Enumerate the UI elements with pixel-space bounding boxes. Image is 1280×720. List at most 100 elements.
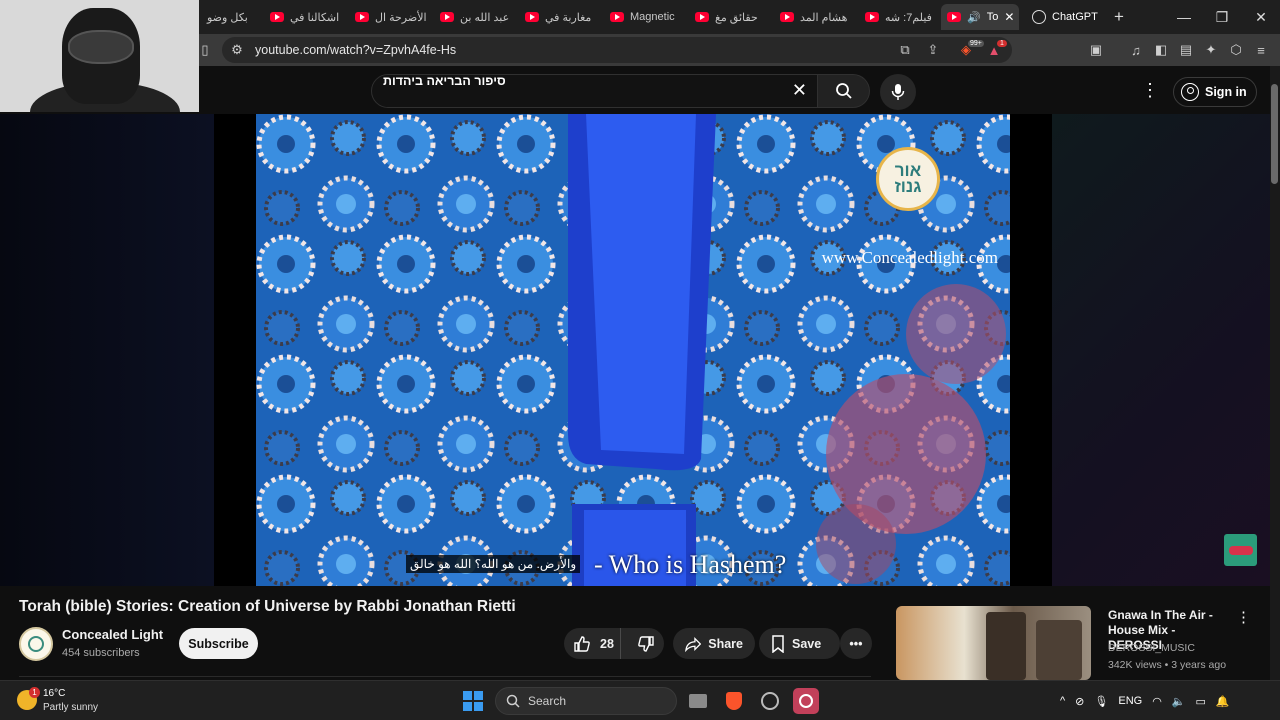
tab-label: عبد الله بن bbox=[460, 11, 510, 24]
close-window-icon[interactable]: ✕ bbox=[1250, 6, 1272, 28]
voice-search-button[interactable] bbox=[880, 74, 916, 110]
channel-avatar[interactable] bbox=[19, 627, 53, 661]
sidebar-icon[interactable]: ◧ bbox=[1152, 41, 1170, 59]
network-off-icon[interactable]: ⊘ bbox=[1075, 695, 1084, 708]
ambient-glow-left bbox=[0, 114, 214, 586]
scrollbar-thumb[interactable] bbox=[1271, 84, 1278, 184]
section-divider bbox=[19, 676, 871, 677]
like-count: 28 bbox=[600, 636, 614, 651]
tab-label: بكل وضو bbox=[207, 11, 248, 24]
channel-name[interactable]: Concealed Light bbox=[62, 627, 163, 642]
share-button[interactable]: Share bbox=[673, 628, 755, 659]
vpn-icon[interactable]: ⬡ bbox=[1227, 41, 1245, 59]
menu-icon[interactable]: ≡ bbox=[1252, 41, 1270, 59]
battery-icon[interactable]: ▭ bbox=[1196, 695, 1206, 708]
windows-taskbar: 1 16°C Partly sunny Search ^ ⊘ 🎙 ENG ◠ 🔈… bbox=[0, 680, 1280, 720]
wallet-icon[interactable]: ▤ bbox=[1177, 41, 1195, 59]
language-indicator[interactable]: ENG bbox=[1118, 695, 1142, 707]
brave-browser-icon[interactable] bbox=[721, 688, 747, 714]
app-icon[interactable] bbox=[757, 688, 783, 714]
browser-tab[interactable]: ChatGPT bbox=[1026, 4, 1116, 30]
tab-label: To bbox=[986, 11, 999, 23]
youtube-icon bbox=[865, 12, 879, 22]
youtube-icon bbox=[610, 12, 624, 22]
thumbs-down-icon bbox=[638, 635, 654, 652]
search-query: סיפור הבריאה ביהדות bbox=[383, 74, 506, 88]
channel-logo-overlay: אור גנוז bbox=[876, 147, 940, 211]
weather-temperature[interactable]: 16°C bbox=[43, 688, 65, 699]
subtitle-text: - Who is Hashem? bbox=[594, 550, 787, 579]
file-explorer-icon[interactable] bbox=[685, 688, 711, 714]
windows-start-icon[interactable] bbox=[463, 691, 483, 711]
tab-label: هشام المد bbox=[800, 11, 848, 24]
dislike-button[interactable] bbox=[628, 628, 664, 659]
account-icon bbox=[1181, 83, 1199, 101]
browser-tab[interactable]: عبد الله بن bbox=[434, 4, 514, 30]
browser-tab[interactable]: Magnetic bbox=[604, 4, 684, 30]
like-dislike-group: 28 bbox=[564, 628, 664, 659]
system-tray: ^ ⊘ 🎙 ENG ◠ 🔈 ▭ 🔔 bbox=[1060, 681, 1230, 720]
youtube-masthead: ✕ סיפור הבריאה ביהדות ⋮ Sign in bbox=[199, 66, 1280, 114]
save-label: Save bbox=[792, 636, 822, 651]
search-button[interactable] bbox=[818, 74, 870, 108]
browser-tab[interactable]: هشام المد bbox=[774, 4, 854, 30]
minimize-icon[interactable]: — bbox=[1173, 6, 1195, 28]
restore-icon[interactable]: ❐ bbox=[1211, 6, 1233, 28]
like-button[interactable]: 28 bbox=[564, 628, 622, 659]
reader-mode-icon[interactable]: ▣ bbox=[1087, 41, 1105, 59]
subscribe-button[interactable]: Subscribe bbox=[179, 628, 258, 659]
tab-label: اشكالنا في bbox=[290, 11, 340, 24]
tab-label: Magnetic bbox=[630, 11, 675, 23]
more-icon: ••• bbox=[849, 636, 863, 651]
browser-tab[interactable]: حقائق مغ bbox=[689, 4, 769, 30]
new-tab-button[interactable]: + bbox=[1108, 6, 1130, 28]
browser-tab-active[interactable]: 🔊 To ✕ bbox=[941, 4, 1019, 30]
search-icon bbox=[506, 694, 520, 708]
cast-icon[interactable]: ⧉ bbox=[896, 41, 914, 59]
media-icon[interactable]: ♫ bbox=[1127, 41, 1145, 59]
save-button[interactable]: Save bbox=[759, 628, 840, 659]
site-settings-icon[interactable]: ⚙ bbox=[228, 41, 246, 59]
bookmark-save-icon bbox=[772, 634, 784, 653]
weather-condition[interactable]: Partly sunny bbox=[43, 702, 98, 713]
browser-tab[interactable]: مغاربة في bbox=[519, 4, 599, 30]
share-page-icon[interactable]: ⇪ bbox=[924, 41, 942, 59]
recording-app-icon[interactable] bbox=[793, 688, 819, 714]
taskbar-search-box[interactable]: Search bbox=[495, 687, 677, 715]
sign-in-button[interactable]: Sign in bbox=[1173, 77, 1257, 107]
share-icon bbox=[685, 636, 702, 652]
share-label: Share bbox=[708, 636, 743, 651]
rewards-badge: 1 bbox=[997, 40, 1007, 47]
mic-icon[interactable]: 🎙 bbox=[1094, 695, 1108, 708]
more-actions-button[interactable]: ••• bbox=[840, 628, 872, 659]
leo-icon[interactable]: ✦ bbox=[1202, 41, 1220, 59]
thumbs-up-icon bbox=[574, 635, 590, 652]
weather-badge: 1 bbox=[29, 687, 40, 698]
clear-search-icon[interactable]: ✕ bbox=[792, 80, 807, 101]
related-video-channel[interactable]: DEROSSI_MUSIC bbox=[1108, 642, 1195, 654]
video-frame[interactable]: אור גנוז www.Concealedlight.com - Who is… bbox=[256, 114, 1010, 586]
browser-tab[interactable]: بكل وضو bbox=[201, 4, 261, 30]
related-video-thumbnail[interactable] bbox=[896, 606, 1091, 680]
tab-label: الأضرحة ال bbox=[375, 11, 427, 24]
wifi-icon[interactable]: ◠ bbox=[1152, 695, 1162, 708]
youtube-icon bbox=[780, 12, 794, 22]
chevron-up-icon[interactable]: ^ bbox=[1060, 695, 1065, 707]
closed-caption: والأرض. من هو الله؟ الله هو خالق bbox=[406, 555, 581, 573]
browser-tab[interactable]: فيلم7: شه bbox=[859, 4, 939, 30]
search-icon bbox=[835, 83, 852, 99]
volume-icon[interactable]: 🔈 bbox=[1172, 695, 1186, 708]
browser-tab[interactable]: الأضرحة ال bbox=[349, 4, 429, 30]
omnibox[interactable]: ⚙ youtube.com/watch?v=ZpvhA4fe-Hs ⧉ ⇪ bbox=[222, 37, 1012, 63]
tab-label: مغاربة في bbox=[545, 11, 592, 24]
notification-bell-icon[interactable]: 🔔 bbox=[1216, 695, 1230, 708]
video-player[interactable]: אור גנוז www.Concealedlight.com - Who is… bbox=[214, 114, 1052, 586]
browser-tab[interactable]: اشكالنا في bbox=[264, 4, 344, 30]
sign-in-label: Sign in bbox=[1205, 85, 1247, 99]
youtube-icon bbox=[695, 12, 709, 22]
settings-menu-icon[interactable]: ⋮ bbox=[1141, 80, 1159, 101]
related-video-menu-icon[interactable]: ⋮ bbox=[1236, 608, 1251, 626]
close-tab-icon[interactable]: ✕ bbox=[1004, 10, 1014, 24]
subscribe-reminder-thumbnail[interactable] bbox=[1224, 534, 1257, 566]
url-text[interactable]: youtube.com/watch?v=ZpvhA4fe-Hs bbox=[255, 43, 456, 57]
